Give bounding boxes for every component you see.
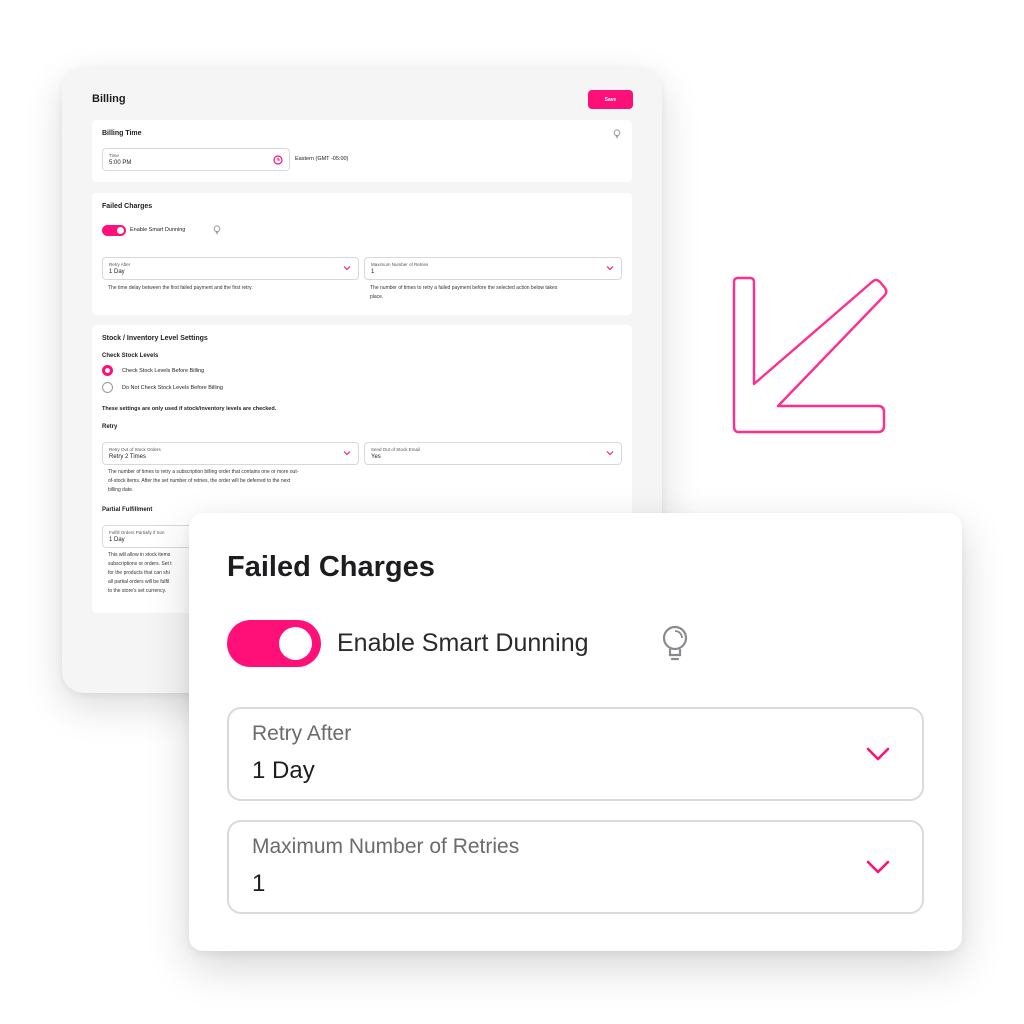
- retry-oos-value: Retry 2 Times: [109, 454, 147, 460]
- max-retries-help-line2: place.: [370, 294, 384, 300]
- chevron-down-icon[interactable]: [606, 265, 614, 271]
- check-stock-heading: Check Stock Levels: [102, 353, 159, 359]
- partial-fulfillment-value: 1 Day: [109, 537, 125, 543]
- smart-dunning-label-large: Enable Smart Dunning: [337, 629, 589, 657]
- failed-charges-zoom-card: Failed Charges Enable Smart Dunning Retr…: [189, 513, 962, 951]
- timezone-label: Eastern (GMT -05:00): [295, 156, 349, 162]
- partial-fulfillment-heading: Partial Fulfillment: [102, 507, 153, 513]
- radio-check-stock[interactable]: [102, 365, 113, 376]
- partial-fulfillment-label: Fulfill Orders Partially if Son: [109, 530, 165, 535]
- partial-help-line4: all partial orders will be fulfil: [108, 579, 170, 585]
- max-retries-value-large: 1: [252, 870, 266, 897]
- retry-heading: Retry: [102, 424, 118, 430]
- retry-after-value-large: 1 Day: [252, 757, 315, 784]
- send-oos-email-label: Send Out of Stock Email: [371, 447, 421, 452]
- chevron-down-icon[interactable]: [343, 265, 351, 271]
- retry-after-value: 1 Day: [109, 269, 125, 275]
- retry-after-help: The time delay between the first failed …: [108, 285, 253, 291]
- max-retries-help-line1: The number of times to retry a failed pa…: [370, 285, 558, 291]
- failed-charges-card-small: Failed Charges Enable Smart Dunning Retr…: [92, 193, 632, 315]
- retry-after-label-large: Retry After: [252, 722, 352, 745]
- arrow-down-left-icon: [732, 276, 888, 434]
- page-title: Billing: [92, 93, 126, 105]
- retry-oos-label: Retry Out of Stock Orders: [109, 447, 161, 452]
- max-retries-select[interactable]: Maximum Number of Retries 1: [364, 257, 622, 280]
- billing-time-heading: Billing Time: [102, 130, 142, 137]
- chevron-down-icon[interactable]: [606, 450, 614, 456]
- retry-help-line1: The number of times to retry a subscript…: [108, 469, 299, 475]
- max-retries-label: Maximum Number of Retries: [371, 262, 429, 267]
- max-retries-value: 1: [371, 269, 375, 275]
- send-oos-email-value: Yes: [371, 454, 381, 460]
- save-button[interactable]: Save: [588, 90, 633, 109]
- retry-after-label: Retry After: [109, 262, 131, 267]
- send-oos-email-select[interactable]: Send Out of Stock Email Yes: [364, 442, 622, 465]
- partial-help-line5: to the store's set currency.: [108, 588, 167, 594]
- radio-no-check-stock[interactable]: [102, 382, 113, 393]
- billing-time-card: Billing Time Time 5:00 PM Eastern (GMT -…: [92, 120, 632, 182]
- clock-icon[interactable]: [273, 155, 283, 165]
- smart-dunning-toggle-large[interactable]: [227, 620, 321, 667]
- lightbulb-icon[interactable]: [613, 129, 621, 139]
- time-field-value: 5:00 PM: [109, 160, 132, 166]
- lightbulb-icon[interactable]: [659, 624, 691, 664]
- time-field-label: Time: [109, 153, 119, 158]
- radio-check-stock-label: Check Stock Levels Before Billing: [122, 368, 205, 374]
- retry-after-select-large[interactable]: Retry After 1 Day: [227, 707, 924, 801]
- failed-charges-title: Failed Charges: [227, 551, 435, 583]
- retry-oos-select[interactable]: Retry Out of Stock Orders Retry 2 Times: [102, 442, 359, 465]
- smart-dunning-label: Enable Smart Dunning: [130, 227, 186, 233]
- lightbulb-icon[interactable]: [213, 225, 221, 235]
- failed-charges-heading: Failed Charges: [102, 203, 153, 210]
- partial-help-line3: for the products that can shi: [108, 570, 170, 576]
- retry-after-select[interactable]: Retry After 1 Day: [102, 257, 359, 280]
- retry-help-line3: billing date.: [108, 487, 134, 493]
- chevron-down-icon[interactable]: [866, 859, 890, 875]
- retry-help-line2: of-stock items. After the set number of …: [108, 478, 291, 484]
- chevron-down-icon[interactable]: [866, 746, 890, 762]
- max-retries-select-large[interactable]: Maximum Number of Retries 1: [227, 820, 924, 914]
- partial-help-line1: This will allow in stock items: [108, 552, 171, 558]
- time-field[interactable]: Time 5:00 PM: [102, 148, 290, 171]
- smart-dunning-toggle[interactable]: [102, 225, 126, 236]
- stock-settings-note: These settings are only used if stock/in…: [102, 406, 277, 412]
- radio-no-check-stock-label: Do Not Check Stock Levels Before Billing: [122, 385, 223, 391]
- partial-help-line2: subscriptions or orders. Set t: [108, 561, 172, 567]
- chevron-down-icon[interactable]: [343, 450, 351, 456]
- stock-heading: Stock / Inventory Level Settings: [102, 335, 208, 342]
- max-retries-label-large: Maximum Number of Retries: [252, 835, 520, 858]
